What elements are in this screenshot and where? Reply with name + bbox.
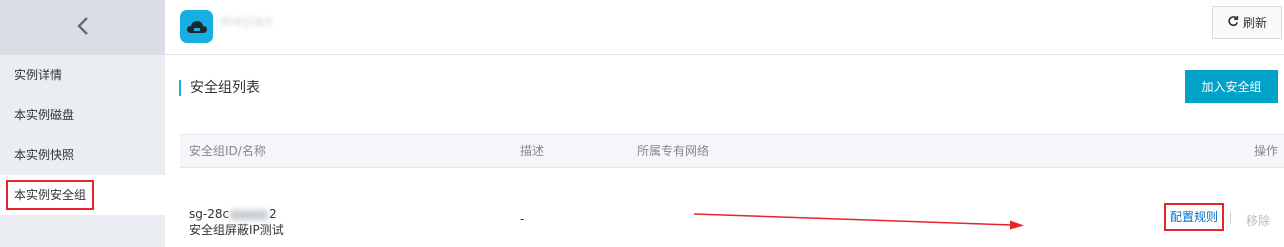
sidebar-item-instance-snapshots[interactable]: 本实例快照 (0, 135, 165, 175)
sidebar: 实例详情 本实例磁盘 本实例快照 本实例安全组 (0, 0, 165, 247)
sidebar-item-instance-details[interactable]: 实例详情 (0, 55, 165, 95)
redacted-id-part (230, 209, 269, 220)
description-cell: - (520, 212, 525, 226)
security-group-name: 安全组屏蔽IP测试 (189, 223, 284, 237)
chevron-left-icon (76, 16, 90, 39)
table-row: sg-28c 2 安全组屏蔽IP测试 - 配置规则 移除 (180, 168, 1284, 247)
table-header: 安全组ID/名称 描述 所属专有网络 操作 (180, 134, 1284, 168)
cloud-server-logo (180, 10, 213, 43)
instance-name: mejian (220, 14, 274, 30)
column-header-id-name: 安全组ID/名称 (189, 144, 266, 158)
remove-link[interactable]: 移除 (1246, 212, 1270, 229)
column-header-description: 描述 (520, 144, 545, 158)
refresh-icon (1227, 15, 1239, 30)
sidebar-nav: 实例详情 本实例磁盘 本实例快照 本实例安全组 (0, 55, 165, 215)
column-header-vpc: 所属专有网络 (637, 144, 710, 158)
sidebar-item-instance-disks[interactable]: 本实例磁盘 (0, 95, 165, 135)
sidebar-item-label: 本实例安全组 (6, 180, 95, 210)
security-group-id[interactable]: sg-28c 2 (189, 206, 284, 222)
security-group-id-name-cell: sg-28c 2 安全组屏蔽IP测试 (189, 206, 284, 238)
action-divider (1230, 212, 1231, 224)
refresh-label: 刷新 (1242, 16, 1267, 30)
back-button[interactable] (0, 0, 165, 55)
sidebar-item-label: 本实例磁盘 (14, 108, 75, 122)
cloud-icon (186, 20, 207, 33)
configure-rules-link[interactable]: 配置规则 (1164, 203, 1225, 231)
sidebar-item-label: 实例详情 (14, 68, 63, 82)
sidebar-item-label: 本实例快照 (14, 148, 75, 162)
section-title: 安全组列表 (179, 80, 260, 96)
column-header-actions: 操作 (1253, 144, 1278, 158)
refresh-button[interactable]: 刷新 (1212, 6, 1282, 39)
sidebar-item-security-groups[interactable]: 本实例安全组 (0, 175, 165, 215)
page-header: mejian 刷新 (165, 0, 1284, 55)
add-security-group-button[interactable]: 加入安全组 (1185, 70, 1278, 103)
